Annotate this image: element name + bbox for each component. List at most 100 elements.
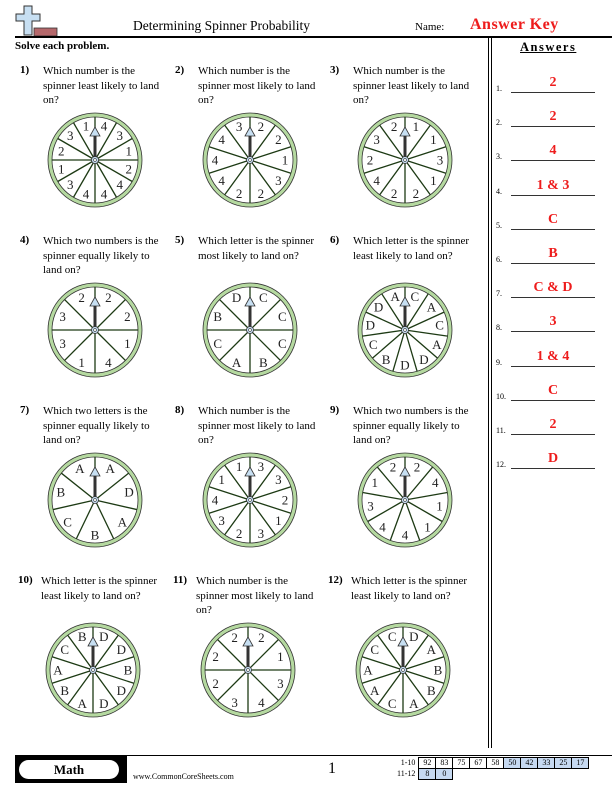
- sector-label: 1: [430, 132, 437, 147]
- spinner: 22141332: [47, 282, 143, 378]
- sector-label: A: [432, 337, 442, 352]
- sector-label: D: [374, 300, 383, 315]
- answer-value[interactable]: 2: [511, 417, 595, 433]
- answer-value[interactable]: 1 & 4: [511, 349, 595, 365]
- score-cell: 17: [571, 757, 590, 769]
- sector-label: D: [366, 318, 375, 333]
- answer-value[interactable]: 4: [511, 143, 595, 159]
- answer-blank-line: [511, 126, 595, 128]
- answer-row: 1. 2: [496, 73, 606, 93]
- answer-row: 11. 2: [496, 415, 606, 435]
- sector-label: 3: [275, 472, 282, 487]
- problem-question: Which letter is the spinner least likely…: [41, 575, 158, 602]
- sector-label: 2: [258, 186, 265, 201]
- answer-value[interactable]: D: [511, 451, 595, 467]
- sector-label: 4: [83, 186, 90, 201]
- sector-label: 3: [59, 336, 66, 351]
- sector-label: 4: [101, 119, 108, 134]
- score-cell: 58: [486, 757, 505, 769]
- answer-value[interactable]: B: [511, 246, 595, 262]
- answer-number: 4.: [496, 186, 502, 196]
- answer-number: 9.: [496, 357, 502, 367]
- answer-number: 7.: [496, 289, 502, 299]
- answer-blank-line: [511, 228, 595, 230]
- sector-label: 2: [236, 186, 243, 201]
- answer-row: 10. C: [496, 381, 606, 401]
- sector-label: 3: [116, 128, 123, 143]
- sector-label: B: [78, 629, 87, 644]
- problem-number: 3): [330, 64, 340, 76]
- sector-label: 1: [430, 173, 437, 188]
- answer-number: 6.: [496, 255, 502, 264]
- sector-label: 1: [282, 153, 289, 168]
- pointer-pivot: [401, 668, 405, 672]
- site-link[interactable]: www.CommonCoreSheets.com: [133, 772, 234, 781]
- problem-question: Which two numbers is the spinner equally…: [353, 405, 469, 446]
- spinner: CCCBACBD: [202, 282, 298, 378]
- logo-plus-icon: [15, 5, 58, 37]
- sector-label: 4: [258, 695, 265, 710]
- answer-value[interactable]: C: [511, 212, 595, 228]
- sector-label: 1: [78, 355, 85, 370]
- answer-row: 3. 4: [496, 141, 606, 162]
- sector-label: 2: [282, 493, 289, 508]
- score-row-label: 11-12: [397, 769, 416, 778]
- sector-label: A: [232, 355, 242, 370]
- spinner: 21343222: [200, 622, 296, 718]
- pointer-pivot: [403, 498, 407, 502]
- sector-label: 3: [218, 513, 225, 528]
- problem-2: 2) Which number is the spinner most likel…: [175, 64, 325, 229]
- sector-label: 2: [258, 630, 265, 645]
- problem-7: 7) Which two letters is the spinner equal…: [20, 404, 170, 569]
- answers-column-divider: [488, 38, 492, 748]
- pointer-pivot: [93, 158, 97, 162]
- sector-label: A: [118, 514, 128, 529]
- score-cell: 50: [503, 757, 522, 769]
- pointer-pivot: [91, 668, 95, 672]
- sector-label: A: [370, 683, 380, 698]
- spinner: 3321323411: [202, 452, 298, 548]
- answer-value[interactable]: 3: [511, 314, 595, 330]
- score-cell: 33: [537, 757, 556, 769]
- problem-question: Which two letters is the spinner equally…: [43, 405, 150, 446]
- problem-number: 7): [20, 404, 30, 416]
- sector-label: A: [53, 663, 63, 678]
- answer-value[interactable]: 1 & 3: [511, 178, 595, 194]
- answer-value[interactable]: 2: [511, 109, 595, 125]
- sector-label: 4: [432, 475, 439, 490]
- sector-label: 4: [212, 493, 219, 508]
- problem-question: Which two numbers is the spinner equally…: [43, 235, 159, 276]
- sector-label: 3: [67, 128, 74, 143]
- problem-12: 12) Which letter is the spinner least lik…: [328, 574, 478, 739]
- sector-label: 1: [436, 499, 443, 514]
- answer-value[interactable]: 2: [511, 75, 595, 91]
- sector-label: 4: [379, 519, 386, 534]
- sector-label: 2: [212, 676, 219, 691]
- sector-label: 4: [218, 132, 225, 147]
- sector-label: 4: [402, 528, 409, 543]
- sector-label: B: [124, 663, 133, 678]
- sector-label: C: [278, 309, 287, 324]
- spinner: 1131224232: [357, 112, 453, 208]
- answer-value[interactable]: C: [511, 383, 595, 399]
- answer-key-label: Answer Key: [470, 16, 559, 33]
- answer-value[interactable]: C & D: [511, 280, 595, 296]
- sector-label: 2: [126, 162, 133, 177]
- problem-number: 12): [328, 574, 343, 586]
- answer-blank-line: [511, 194, 595, 196]
- spinner: 431244431231: [47, 112, 143, 208]
- score-cell: 8: [418, 768, 437, 780]
- problem-question: Which number is the spinner most likely …: [198, 65, 316, 106]
- sector-label: 1: [124, 336, 131, 351]
- answer-number: 10.: [496, 391, 506, 401]
- sector-label: 2: [367, 153, 374, 168]
- answer-blank-line: [511, 468, 595, 470]
- sector-label: D: [400, 358, 409, 373]
- sector-label: 1: [218, 472, 225, 487]
- answer-number: 5.: [496, 220, 502, 230]
- sector-label: 3: [277, 676, 284, 691]
- sector-label: C: [388, 629, 397, 644]
- answer-row: 2. 2: [496, 107, 606, 128]
- score-cell: 92: [418, 757, 437, 769]
- problem-10: 10) Which letter is the spinner least lik…: [18, 574, 168, 739]
